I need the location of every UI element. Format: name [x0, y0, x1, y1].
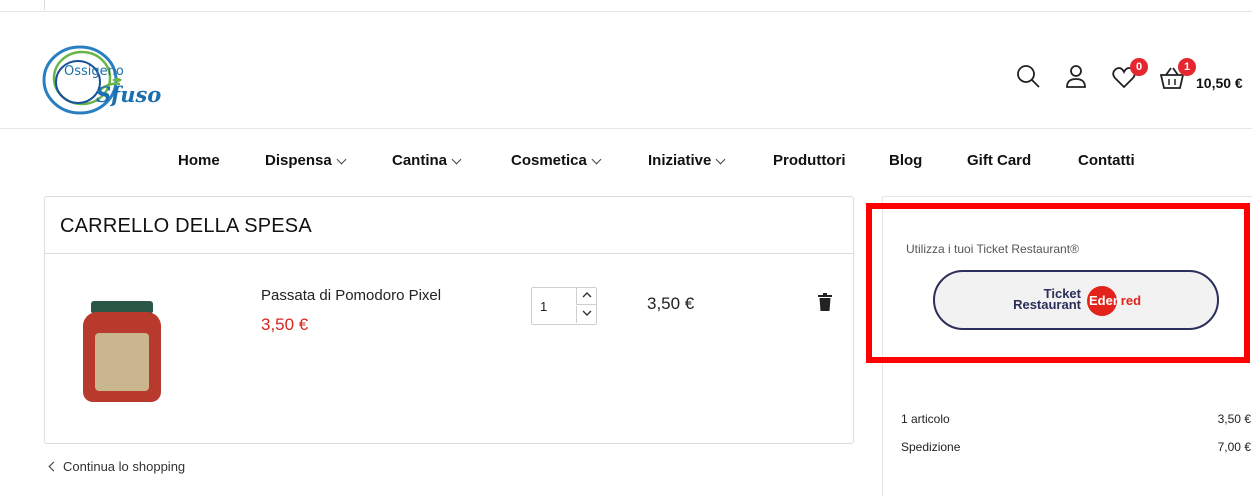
search-icon: [1017, 65, 1040, 88]
site-logo[interactable]: Ossigeno Sfuso: [40, 40, 165, 120]
trash-icon: [818, 293, 832, 311]
nav-label: Cosmetica: [511, 152, 587, 169]
quantity-stepper[interactable]: [531, 287, 597, 325]
main-nav: Home Dispensa Cantina Cosmetica Iniziati…: [0, 130, 1252, 192]
nav-item-cosmetica[interactable]: Cosmetica: [511, 152, 602, 169]
nav-label: Gift Card: [967, 152, 1032, 169]
top-bar: [0, 0, 1252, 12]
chevron-down-icon: [591, 154, 602, 164]
chevron-down-icon: [336, 154, 347, 164]
nav-item-cantina[interactable]: Cantina: [392, 152, 462, 169]
edenred-white: Eden: [1089, 293, 1121, 308]
continue-shopping-label: Continua lo shopping: [63, 459, 186, 474]
account-button[interactable]: [1062, 62, 1090, 90]
cart-button[interactable]: 1: [1158, 58, 1196, 92]
logo-swirl-icon: [42, 45, 122, 115]
quantity-input[interactable]: [532, 288, 576, 324]
continue-shopping-link[interactable]: Continua lo shopping: [48, 459, 186, 474]
logo-text-sfuso: Sfuso: [96, 82, 162, 107]
quantity-decrease-button[interactable]: [576, 306, 596, 323]
nav-item-dispensa[interactable]: Dispensa: [265, 152, 347, 169]
product-image[interactable]: [83, 301, 161, 405]
chevron-down-icon: [582, 310, 591, 316]
nav-label: Contatti: [1078, 152, 1135, 169]
ticket-restaurant-logo: Ticket Restaurant Edenred: [1013, 284, 1153, 318]
line-total: 3,50 €: [647, 294, 695, 313]
nav-item-iniziative[interactable]: Iniziative: [648, 152, 726, 169]
wishlist-button[interactable]: 0: [1110, 58, 1148, 92]
user-icon: [1066, 65, 1086, 88]
remove-item-button[interactable]: [818, 293, 832, 311]
product-name[interactable]: Passata di Pomodoro Pixel: [261, 287, 441, 304]
nav-label: Blog: [889, 152, 923, 169]
product-unit-price: 3,50 €: [261, 315, 309, 334]
nav-item-produttori[interactable]: Produttori: [773, 152, 846, 169]
edenred-wordmark: Edenred: [1089, 293, 1141, 308]
articles-label: 1 articolo: [901, 412, 950, 426]
cart-count-badge: 1: [1178, 58, 1196, 76]
shipping-label: Spedizione: [901, 440, 961, 454]
ticket-logo-word2: Restaurant: [1013, 297, 1081, 312]
chevron-down-icon: [715, 154, 726, 164]
site-header: Ossigeno Sfuso 0 1 10,50 €: [0, 12, 1252, 129]
cart-divider: [45, 253, 853, 254]
summary-row-shipping: Spedizione 7,00 €: [901, 440, 1251, 454]
nav-label: Dispensa: [265, 152, 332, 169]
articles-value: 3,50 €: [1217, 412, 1251, 426]
shipping-value: 7,00 €: [1217, 440, 1251, 454]
wishlist-count-badge: 0: [1130, 58, 1148, 76]
nav-label: Produttori: [773, 152, 846, 169]
quantity-increase-button[interactable]: [576, 288, 596, 305]
summary-row-articles: 1 articolo 3,50 €: [901, 412, 1251, 426]
edenred-red: red: [1120, 293, 1142, 308]
nav-label: Cantina: [392, 152, 448, 169]
header-cart-total[interactable]: 10,50 €: [1196, 75, 1243, 91]
search-button[interactable]: [1014, 62, 1042, 90]
chevron-left-icon: [48, 461, 59, 472]
nav-item-blog[interactable]: Blog: [889, 152, 922, 169]
ticket-restaurant-button[interactable]: Ticket Restaurant Edenred: [933, 270, 1219, 330]
nav-label: Iniziative: [648, 152, 712, 169]
jar-label: [95, 333, 149, 391]
top-bar-divider: [44, 0, 45, 10]
nav-item-home[interactable]: Home: [178, 152, 220, 169]
chevron-down-icon: [451, 154, 462, 164]
cart-panel: CARRELLO DELLA SPESA Passata di Pomodoro…: [44, 196, 854, 444]
cart-title: CARRELLO DELLA SPESA: [60, 215, 312, 237]
ticket-restaurant-text: Utilizza i tuoi Ticket Restaurant®: [906, 242, 1079, 256]
chevron-up-icon: [582, 292, 591, 298]
nav-item-contatti[interactable]: Contatti: [1078, 152, 1135, 169]
nav-label: Home: [178, 152, 220, 169]
logo-text-ossigeno: Ossigeno: [64, 64, 124, 79]
nav-item-gift-card[interactable]: Gift Card: [967, 152, 1031, 169]
